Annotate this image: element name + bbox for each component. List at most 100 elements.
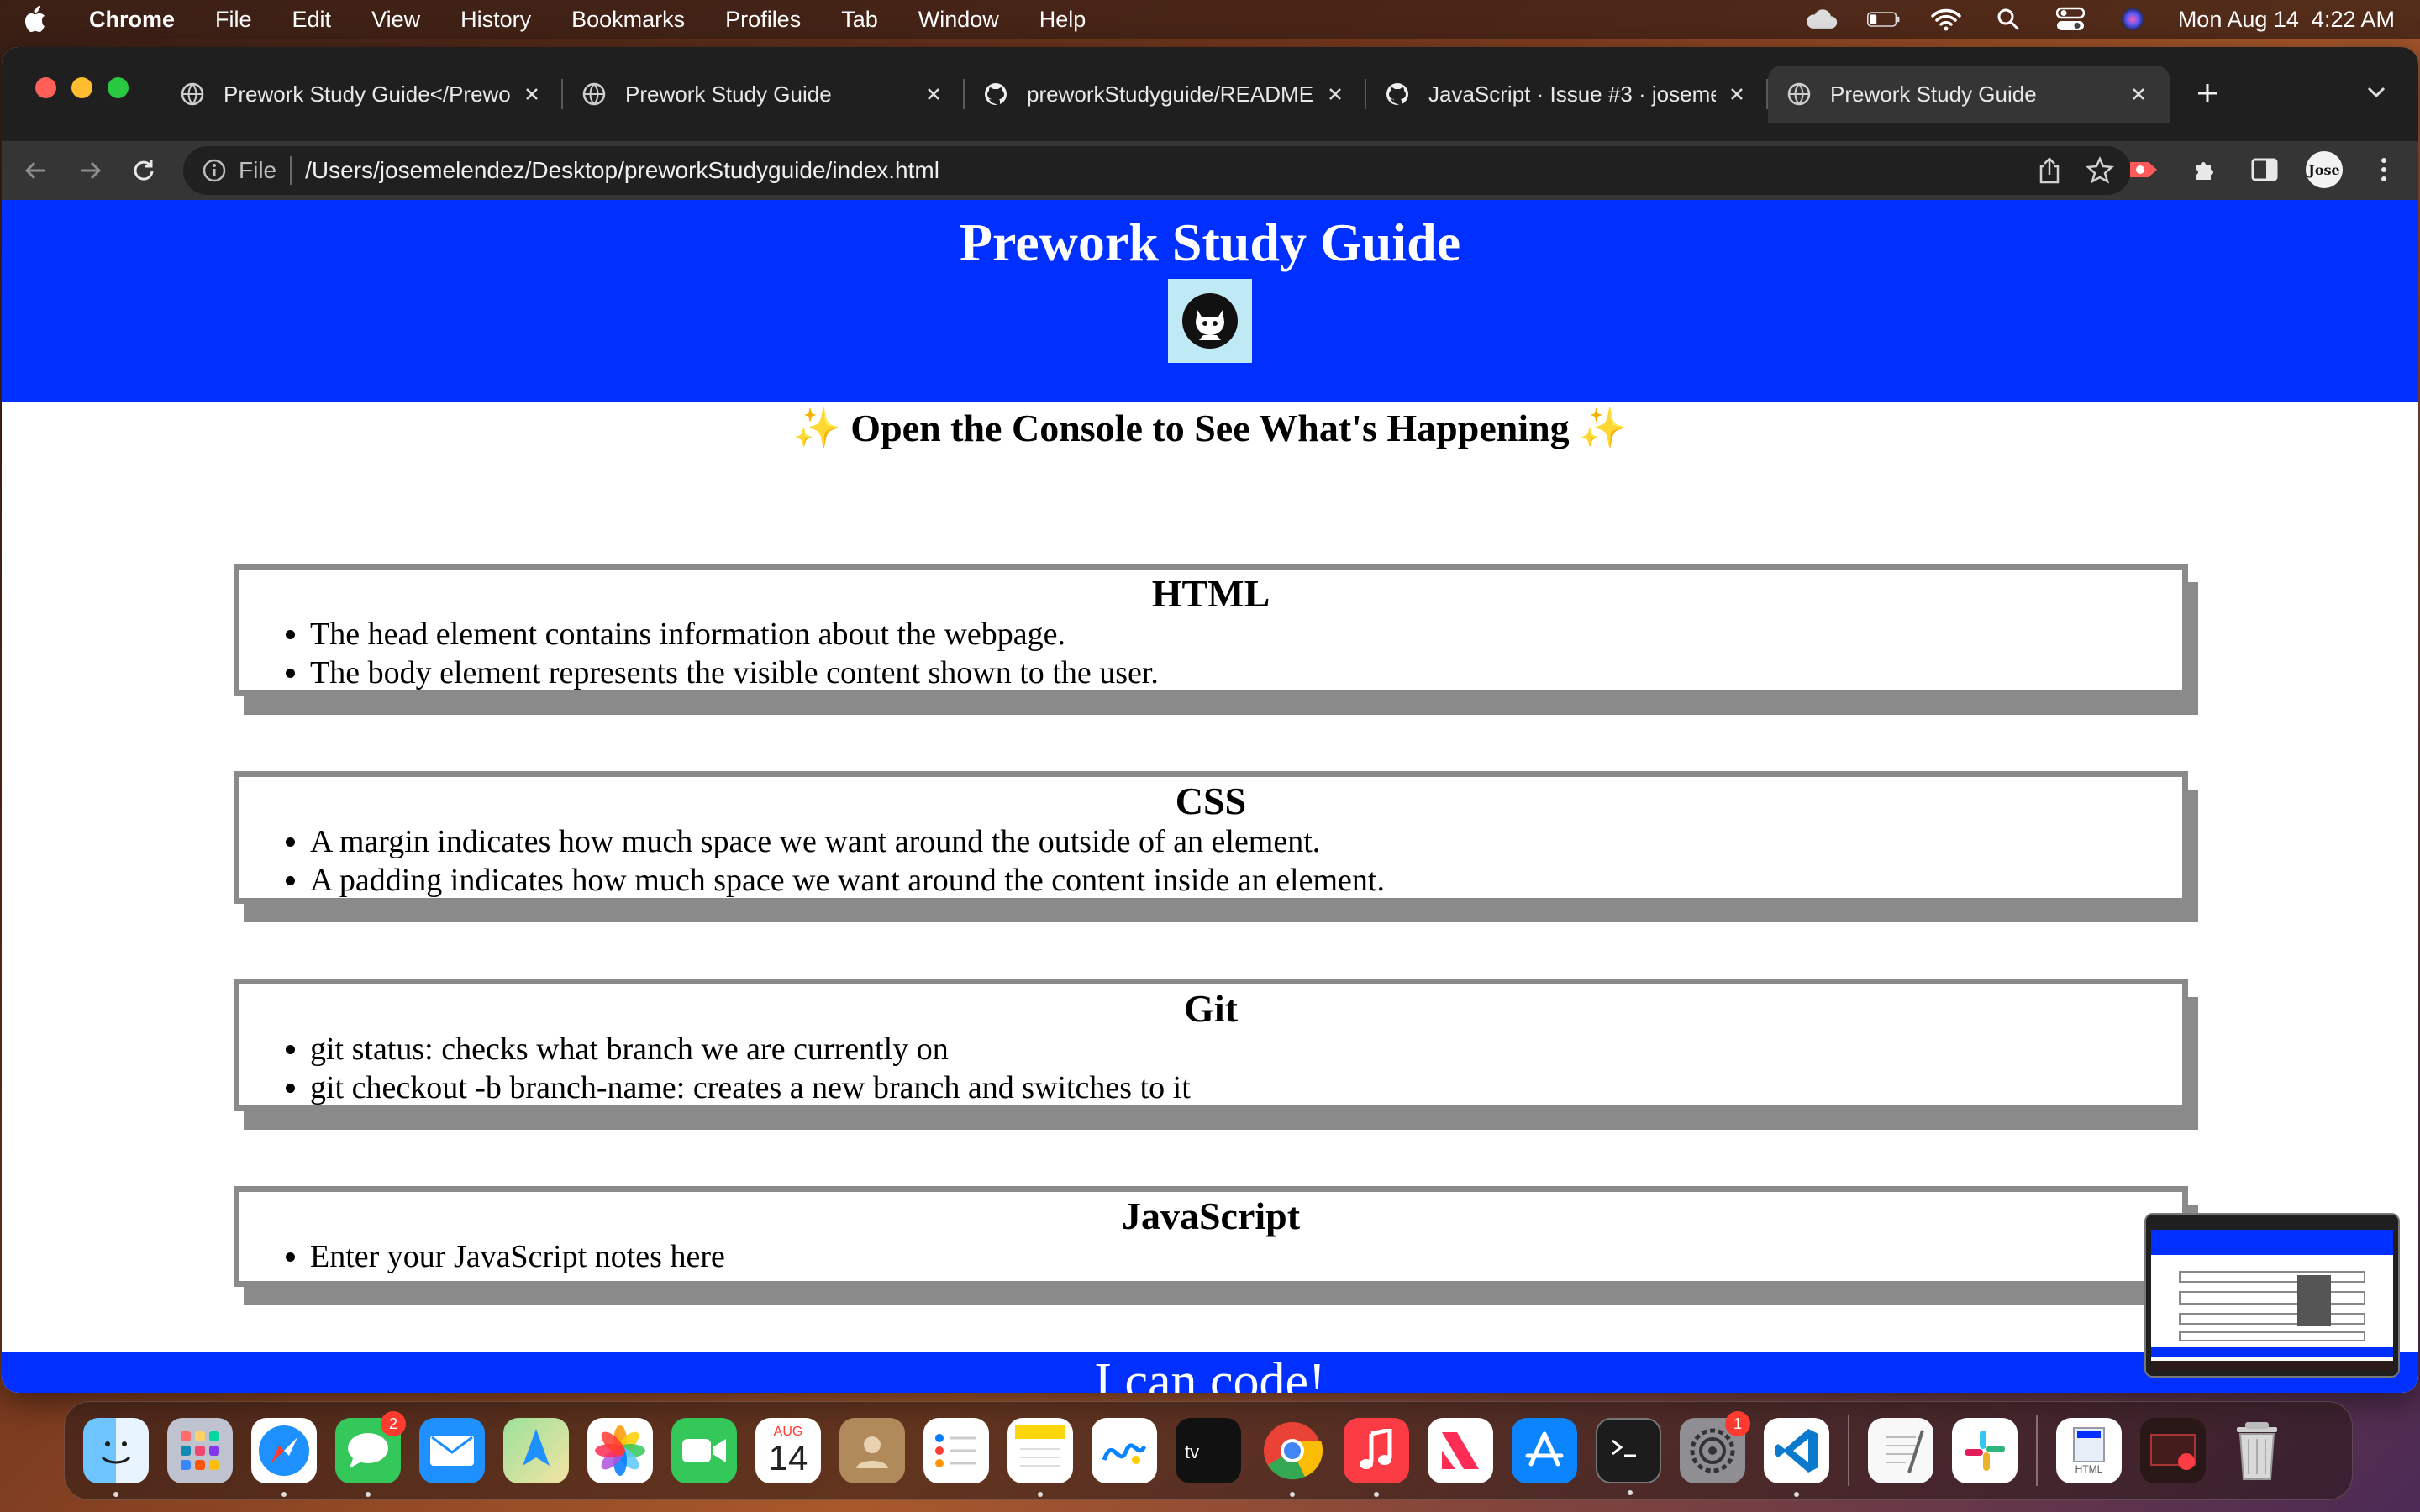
side-panel-icon[interactable] [2245, 150, 2284, 189]
list-item: A margin indicates how much space we wan… [310, 822, 2182, 861]
tab-issue[interactable]: JavaScript · Issue #3 · josemel [1366, 66, 1768, 123]
apple-tv-icon[interactable]: tv [1176, 1418, 1241, 1483]
sparkle-icon: ✨ [1579, 407, 1628, 449]
url-scheme-label: File [239, 156, 292, 185]
battery-icon[interactable] [1866, 7, 1901, 32]
close-tab-icon[interactable] [519, 81, 544, 107]
address-bar[interactable]: File /Users/josemelendez/Desktop/prework… [183, 146, 2131, 195]
info-icon[interactable] [202, 158, 227, 183]
launchpad-icon[interactable] [167, 1418, 233, 1483]
close-tab-icon[interactable] [1323, 81, 1348, 107]
maps-icon[interactable] [503, 1418, 569, 1483]
freeform-icon[interactable] [1092, 1418, 1157, 1483]
tab-search-button[interactable] [2360, 76, 2393, 109]
site-footer: I can code! [2, 1352, 2418, 1393]
menubar-clock[interactable]: Mon Aug 14 4:22 AM [2178, 7, 2395, 33]
url-text[interactable]: /Users/josemelendez/Desktop/preworkStudy… [305, 157, 939, 184]
card-heading: JavaScript [1121, 1194, 1301, 1237]
running-indicator [1794, 1492, 1799, 1497]
globe-icon [181, 82, 204, 106]
reload-button[interactable] [124, 151, 163, 190]
mail-icon[interactable] [419, 1418, 485, 1483]
downloads-stack-icon[interactable] [2140, 1418, 2206, 1483]
finder-icon[interactable] [83, 1418, 149, 1497]
menu-view[interactable]: View [371, 7, 420, 33]
menu-tab[interactable]: Tab [841, 7, 878, 33]
minimize-window-button[interactable] [71, 77, 92, 98]
tab-title: Prework Study Guide [625, 81, 832, 107]
vscode-icon[interactable] [1764, 1418, 1829, 1497]
system-settings-icon[interactable]: 1 [1680, 1411, 1750, 1483]
bookmark-star-icon[interactable] [2086, 156, 2114, 185]
extension-record-icon[interactable] [2124, 150, 2163, 189]
card-html: HTML The head element contains informati… [234, 564, 2188, 696]
kebab-menu-icon[interactable] [2365, 150, 2403, 189]
close-tab-icon[interactable] [1724, 81, 1749, 107]
app-store-icon[interactable] [1512, 1418, 1577, 1483]
list-item: A padding indicates how much space we wa… [310, 861, 2182, 900]
textedit-icon[interactable] [1868, 1418, 1933, 1483]
menu-edit[interactable]: Edit [292, 7, 332, 33]
menu-file[interactable]: File [215, 7, 252, 33]
forward-button[interactable] [71, 151, 109, 190]
menu-profiles[interactable]: Profiles [725, 7, 801, 33]
contacts-icon[interactable] [839, 1418, 905, 1483]
menu-history[interactable]: History [460, 7, 531, 33]
back-button[interactable] [17, 151, 55, 190]
chevron-down-icon [2367, 87, 2386, 98]
terminal-icon[interactable] [1596, 1418, 1661, 1495]
control-center-icon[interactable] [2054, 7, 2087, 32]
list-item: The head element contains information ab… [310, 615, 2182, 654]
news-icon[interactable] [1428, 1418, 1493, 1483]
card-list: Enter your JavaScript notes here [285, 1237, 2182, 1276]
running-indicator [1628, 1490, 1633, 1495]
card-list: A margin indicates how much space we wan… [285, 822, 2182, 900]
tab-prework-2[interactable]: Prework Study Guide [563, 66, 965, 123]
share-icon[interactable] [2037, 156, 2062, 185]
menu-help[interactable]: Help [1039, 7, 1086, 33]
photos-icon[interactable] [587, 1418, 653, 1483]
reminders-icon[interactable] [923, 1418, 989, 1483]
tab-strip: Prework Study Guide</Prework Prework Stu… [2, 47, 2418, 141]
cloud-icon[interactable] [1805, 7, 1839, 32]
tab-prework-1[interactable]: Prework Study Guide</Prework [161, 66, 563, 123]
extensions-puzzle-icon[interactable] [2185, 150, 2223, 189]
profile-avatar[interactable]: Jose [2306, 151, 2343, 188]
globe-icon [1787, 82, 1811, 106]
tab-prework-active[interactable]: Prework Study Guide [1768, 66, 2170, 123]
slack-icon[interactable] [1952, 1418, 2018, 1483]
console-banner: ✨ Open the Console to See What's Happeni… [2, 407, 2418, 450]
facetime-icon[interactable] [671, 1418, 737, 1483]
apple-menu-icon[interactable] [22, 0, 67, 39]
close-tab-icon[interactable] [921, 81, 946, 107]
trash-icon[interactable] [2224, 1418, 2290, 1483]
wifi-icon[interactable] [1929, 7, 1963, 32]
spotlight-icon[interactable] [1991, 7, 2025, 32]
html-file-icon[interactable]: HTML [2056, 1418, 2122, 1483]
console-banner-text: Open the Console to See What's Happening [850, 407, 1570, 449]
chrome-icon[interactable] [1260, 1418, 1325, 1497]
running-indicator [281, 1492, 287, 1497]
arrow-left-icon [24, 161, 45, 180]
music-icon[interactable] [1344, 1418, 1409, 1497]
browser-toolbar: File /Users/josemelendez/Desktop/prework… [2, 141, 2418, 200]
close-window-button[interactable] [35, 77, 56, 98]
chrome-window: Prework Study Guide</Prework Prework Stu… [2, 47, 2418, 1393]
new-tab-button[interactable] [2186, 72, 2228, 114]
zoom-window-button[interactable] [108, 77, 129, 98]
calendar-icon[interactable]: AUG 14 [755, 1418, 821, 1483]
messages-icon[interactable]: 2 [335, 1411, 406, 1497]
card-heading: Git [1184, 987, 1238, 1030]
svg-text:tv: tv [1185, 1441, 1199, 1462]
screenshot-thumbnail[interactable] [2144, 1213, 2400, 1378]
siri-icon[interactable] [2116, 7, 2149, 32]
menu-bookmarks[interactable]: Bookmarks [571, 7, 685, 33]
tab-readme[interactable]: preworkStudyguide/README.m [965, 66, 1366, 123]
menu-window[interactable]: Window [918, 7, 999, 33]
close-tab-icon[interactable] [2126, 81, 2151, 107]
notification-badge: 2 [381, 1411, 406, 1436]
notes-icon[interactable] [1007, 1418, 1073, 1497]
menu-app-name[interactable]: Chrome [89, 7, 175, 33]
running-indicator [1374, 1492, 1379, 1497]
safari-icon[interactable] [251, 1418, 317, 1497]
